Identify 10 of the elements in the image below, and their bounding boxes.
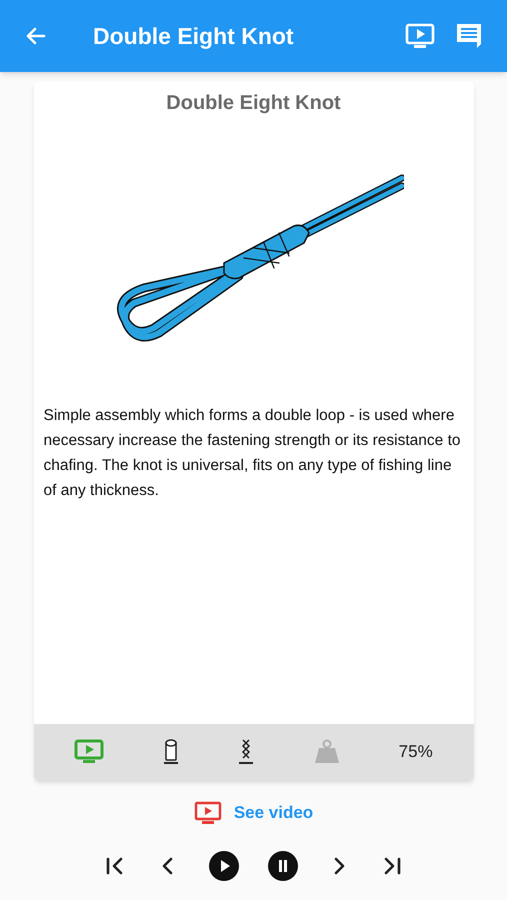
knot-description: Simple assembly which forms a double loop - is used where necessary increase the fastening strength or its resistance to chafing. The knot is universal, fits on any type of fishing line of any thickness.	[42, 406, 462, 501]
see-video-link[interactable]: See video	[194, 800, 314, 826]
comment-icon[interactable]	[455, 22, 483, 50]
pause-button[interactable]	[267, 850, 299, 882]
play-button[interactable]	[208, 850, 240, 882]
video-screen-icon[interactable]	[405, 23, 435, 49]
app-bar-title: Double Eight Knot	[93, 22, 294, 51]
card-title: Double Eight Knot	[166, 91, 341, 116]
video-screen-icon	[194, 800, 222, 825]
strength-percent: 75%	[398, 741, 433, 764]
